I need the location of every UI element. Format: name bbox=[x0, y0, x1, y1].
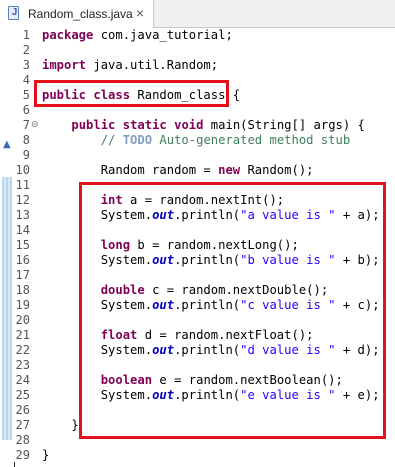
line-number: 14 bbox=[15, 223, 30, 237]
code-text: } bbox=[42, 448, 50, 462]
code-line-8[interactable]: 8 // TODO Auto-generated method stub bbox=[0, 133, 395, 148]
line-number: 19 bbox=[15, 298, 30, 312]
code-text: Random random = new Random(); bbox=[42, 163, 314, 177]
line-number: 20 bbox=[15, 313, 30, 327]
editor-tab-bar: J Random_class.java × bbox=[0, 0, 395, 28]
line-number: 9 bbox=[22, 148, 30, 162]
text-caret bbox=[14, 462, 15, 467]
random-methods-highlight-box bbox=[79, 182, 386, 439]
line-number: 18 bbox=[15, 283, 30, 297]
java-file-icon: J bbox=[8, 6, 19, 20]
line-number: 5 bbox=[22, 88, 30, 102]
code-line-1[interactable]: 1 package com.java_tutorial; bbox=[0, 28, 395, 43]
code-text: } bbox=[42, 418, 79, 432]
line-number: 13 bbox=[15, 208, 30, 222]
code-text: package com.java_tutorial; bbox=[42, 28, 233, 42]
line-number: 21 bbox=[15, 328, 30, 342]
code-line-3[interactable]: 3 import java.util.Random; bbox=[0, 58, 395, 73]
line-number: 10 bbox=[15, 163, 30, 177]
line-number: 27 bbox=[15, 418, 30, 432]
code-line-7[interactable]: 7 ⊝ public static void main(String[] args… bbox=[0, 118, 395, 133]
line-number: 8 bbox=[22, 133, 30, 147]
code-line-2[interactable]: 2 bbox=[0, 43, 395, 58]
tab-label: Random_class.java bbox=[28, 7, 133, 21]
line-number: 7 bbox=[22, 118, 30, 132]
line-number: 22 bbox=[15, 343, 30, 357]
line-number: 2 bbox=[22, 43, 30, 57]
line-number: 25 bbox=[15, 388, 30, 402]
code-line-29[interactable]: 29} bbox=[0, 448, 395, 463]
code-text: import java.util.Random; bbox=[42, 58, 219, 72]
line-number: 12 bbox=[15, 193, 30, 207]
line-number: 16 bbox=[15, 253, 30, 267]
import-highlight-box bbox=[34, 80, 229, 107]
line-number: 3 bbox=[22, 58, 30, 72]
code-line-9[interactable]: 9 bbox=[0, 148, 395, 163]
line-number: 29 bbox=[15, 448, 30, 462]
code-editor[interactable]: ▲ 1 package com.java_tutorial; 2 3 import ja… bbox=[0, 28, 395, 467]
code-text: public static void main(String[] args) { bbox=[71, 118, 365, 132]
line-number: 24 bbox=[15, 373, 30, 387]
line-number: 6 bbox=[22, 103, 30, 117]
close-icon[interactable]: × bbox=[133, 4, 147, 22]
line-number: 28 bbox=[15, 433, 30, 447]
line-number: 1 bbox=[22, 28, 30, 42]
tab-random-class-java[interactable]: J Random_class.java × bbox=[0, 0, 154, 28]
code-line-10[interactable]: 10 Random random = new Random(); bbox=[0, 163, 395, 178]
code-text: // TODO Auto-generated method stub bbox=[100, 133, 351, 147]
line-number: 15 bbox=[15, 238, 30, 252]
line-number: 17 bbox=[15, 268, 30, 282]
line-number: 26 bbox=[15, 403, 30, 417]
line-number: 4 bbox=[22, 73, 30, 87]
line-number: 11 bbox=[15, 178, 30, 192]
line-number: 23 bbox=[15, 358, 30, 372]
fold-collapse-icon[interactable]: ⊝ bbox=[31, 118, 39, 133]
